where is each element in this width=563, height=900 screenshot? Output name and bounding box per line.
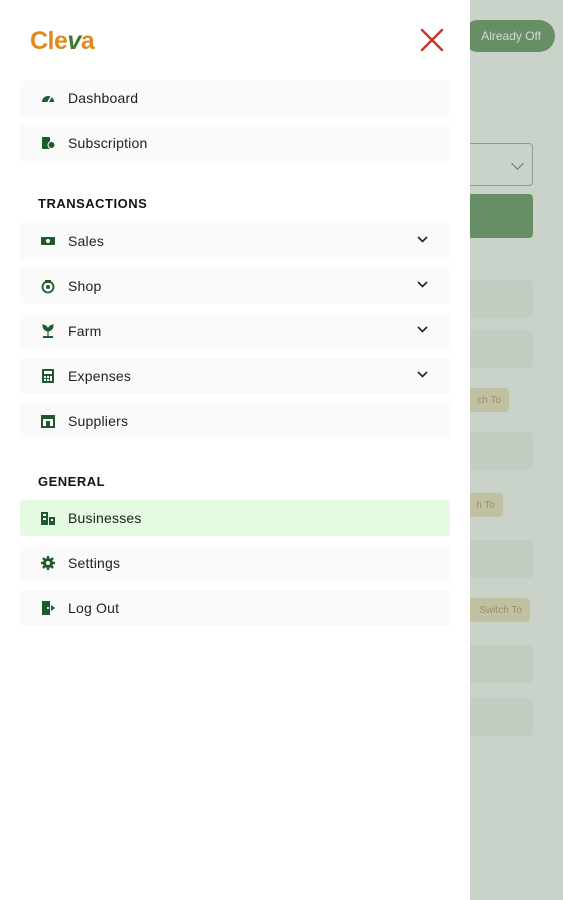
nav-item-expenses[interactable]: Expenses — [20, 358, 450, 394]
nav-label: Shop — [68, 278, 102, 294]
nav-item-shop[interactable]: Shop — [20, 268, 450, 304]
nav-label: Log Out — [68, 600, 120, 616]
nav-item-businesses[interactable]: Businesses — [20, 500, 450, 536]
nav-label: Settings — [68, 555, 121, 571]
nav-item-sales[interactable]: Sales — [20, 223, 450, 259]
nav-item-settings[interactable]: Settings — [20, 545, 450, 581]
nav-item-suppliers[interactable]: Suppliers — [20, 403, 450, 439]
nav-label: Suppliers — [68, 413, 129, 429]
section-title-general: GENERAL — [38, 474, 106, 489]
chevron-down-icon[interactable] — [417, 369, 428, 380]
dashboard-icon — [40, 90, 56, 106]
nav-item-dashboard[interactable]: Dashboard — [20, 80, 450, 116]
logout-icon — [40, 600, 56, 616]
navigation-drawer: Cleva Dashboard Subscription TRANSACTION… — [0, 0, 470, 900]
expenses-icon — [40, 368, 56, 384]
close-icon — [420, 28, 444, 52]
nav-label: Sales — [68, 233, 105, 249]
nav-item-log-out[interactable]: Log Out — [20, 590, 450, 626]
farm-icon — [40, 323, 56, 339]
shop-icon — [40, 278, 56, 294]
chevron-down-icon[interactable] — [417, 324, 428, 335]
businesses-icon — [40, 510, 56, 526]
chevron-down-icon[interactable] — [417, 234, 428, 245]
subscription-icon — [40, 135, 56, 151]
cleva-logo: Cleva — [30, 27, 95, 55]
nav-item-farm[interactable]: Farm — [20, 313, 450, 349]
nav-label: Businesses — [68, 510, 142, 526]
nav-label: Expenses — [68, 368, 132, 384]
nav-label: Farm — [68, 323, 102, 339]
suppliers-icon — [40, 413, 56, 429]
chevron-down-icon[interactable] — [417, 279, 428, 290]
settings-icon — [40, 555, 56, 571]
nav-item-subscription[interactable]: Subscription — [20, 125, 450, 161]
nav-label: Subscription — [68, 135, 148, 151]
section-title-transactions: TRANSACTIONS — [38, 196, 148, 211]
nav-label: Dashboard — [68, 90, 139, 106]
close-button[interactable] — [418, 26, 446, 54]
sales-icon — [40, 233, 56, 249]
